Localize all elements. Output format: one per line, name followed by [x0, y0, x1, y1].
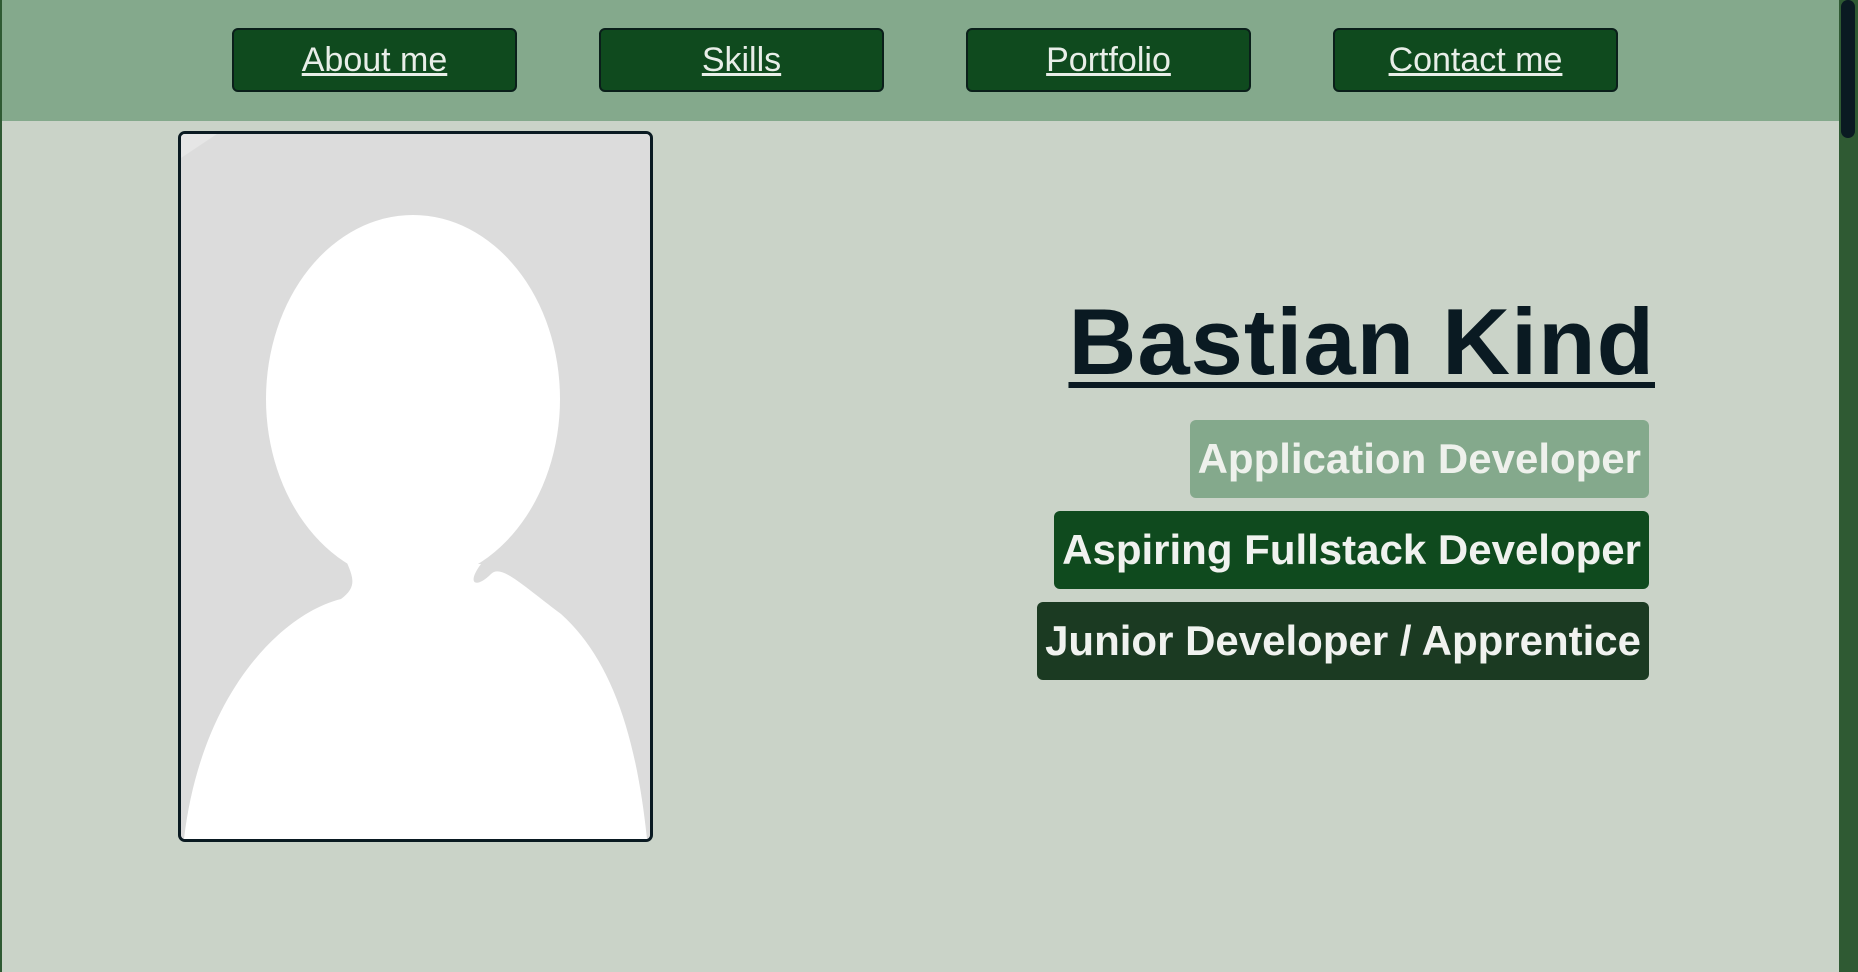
avatar-placeholder-icon	[181, 134, 650, 839]
profile-photo	[178, 131, 653, 842]
nav-skills-button[interactable]: Skills	[599, 28, 884, 92]
role-badge-fullstack-developer: Aspiring Fullstack Developer	[1054, 511, 1649, 589]
vertical-scrollbar[interactable]	[1839, 0, 1858, 972]
profile-name: Bastian Kind	[1068, 289, 1655, 394]
nav-contact-me-button[interactable]: Contact me	[1333, 28, 1618, 92]
nav-about-me-button[interactable]: About me	[232, 28, 517, 92]
scrollbar-thumb[interactable]	[1841, 0, 1855, 138]
role-badge-application-developer: Application Developer	[1189, 420, 1649, 498]
nav-portfolio-button[interactable]: Portfolio	[966, 28, 1251, 92]
role-badge-junior-developer: Junior Developer / Apprentice	[1037, 602, 1649, 680]
top-navigation: About me Skills Portfolio Contact me	[2, 0, 1839, 121]
